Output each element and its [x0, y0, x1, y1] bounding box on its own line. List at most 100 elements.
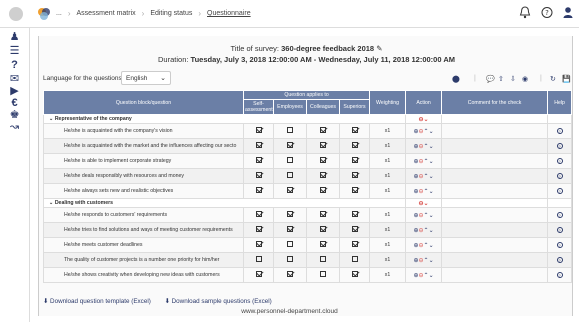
add-question-icon[interactable]: ⊖⌄: [419, 117, 429, 123]
app-logo-icon[interactable]: [37, 7, 51, 21]
applies-self-checkbox[interactable]: [255, 172, 262, 178]
question-icon[interactable]: ?: [8, 60, 21, 71]
applies-emp-checkbox[interactable]: [287, 241, 293, 247]
weighting-value[interactable]: x1: [369, 183, 407, 199]
move-icon[interactable]: ⌃⌄: [424, 189, 434, 195]
download-icon[interactable]: ⇩: [510, 75, 516, 83]
comment-cell[interactable]: [441, 153, 549, 169]
upload-icon[interactable]: ⇧: [498, 75, 504, 83]
applies-sup-checkbox[interactable]: [351, 157, 358, 163]
help-icon[interactable]: ?: [556, 142, 563, 149]
help-icon[interactable]: ?: [556, 172, 563, 179]
applies-self-checkbox[interactable]: [255, 127, 262, 133]
edit-icon[interactable]: ✎: [376, 44, 382, 53]
help-icon[interactable]: ?: [556, 241, 563, 248]
help-icon[interactable]: ?: [556, 157, 563, 164]
help-icon[interactable]: ?: [556, 187, 563, 194]
applies-sup-checkbox[interactable]: [351, 127, 358, 133]
add-question-icon[interactable]: ⊖⌄: [419, 201, 429, 207]
applies-sup-checkbox[interactable]: [351, 172, 358, 178]
weighting-value[interactable]: x1: [369, 252, 407, 268]
applies-sup-checkbox[interactable]: [351, 256, 358, 262]
breadcrumb-assessment-matrix[interactable]: Assessment matrix: [77, 10, 136, 17]
move-icon[interactable]: ⌃⌄: [424, 273, 434, 279]
play-icon[interactable]: ▶: [8, 86, 21, 97]
applies-sup-checkbox[interactable]: [351, 271, 358, 277]
applies-emp-checkbox[interactable]: [287, 127, 293, 133]
applies-self-checkbox[interactable]: [255, 226, 262, 232]
weighting-value[interactable]: x1: [369, 138, 407, 154]
applies-emp-checkbox[interactable]: [287, 211, 293, 217]
chevron-down-icon[interactable]: ⌄: [49, 116, 53, 122]
applies-sup-checkbox[interactable]: [351, 226, 358, 232]
refresh-icon[interactable]: ↻: [550, 75, 556, 83]
row-actions[interactable]: ⊕⊖⌃⌄: [405, 252, 443, 268]
weighting-value[interactable]: x1: [369, 267, 407, 283]
row-actions[interactable]: ⊕⊖⌃⌄: [405, 237, 443, 253]
move-icon[interactable]: ⌃⌄: [424, 129, 434, 135]
applies-self-checkbox[interactable]: [255, 256, 262, 262]
breadcrumb-questionnaire[interactable]: Questionnaire: [207, 10, 251, 17]
applies-sup-checkbox[interactable]: [351, 241, 358, 247]
weighting-value[interactable]: x1: [369, 168, 407, 184]
comment-cell[interactable]: [441, 207, 549, 223]
users-icon[interactable]: ♟: [8, 32, 21, 43]
list-icon[interactable]: ☰: [8, 46, 21, 57]
applies-emp-checkbox[interactable]: [287, 256, 293, 262]
weighting-value[interactable]: x1: [369, 153, 407, 169]
row-actions[interactable]: ⊕⊖⌃⌄: [405, 183, 443, 199]
applies-emp-checkbox[interactable]: [287, 226, 293, 232]
download-sample-link[interactable]: ⬇ Download sample questions (Excel): [165, 298, 278, 305]
help-icon[interactable]: ?: [541, 6, 553, 19]
section-row[interactable]: ⌄ Representative of the company ⊖⌄: [42, 114, 573, 124]
applies-emp-checkbox[interactable]: [287, 157, 293, 163]
applies-col-checkbox[interactable]: [320, 187, 326, 193]
applies-col-checkbox[interactable]: [320, 241, 326, 247]
comment-cell[interactable]: [441, 138, 549, 154]
help-icon[interactable]: ?: [556, 271, 563, 278]
comment-cell[interactable]: [441, 252, 549, 268]
applies-sup-checkbox[interactable]: [351, 211, 358, 217]
applies-emp-checkbox[interactable]: [287, 187, 293, 193]
comment-cell[interactable]: [441, 168, 549, 184]
move-icon[interactable]: ⌃⌄: [424, 258, 434, 264]
weighting-value[interactable]: x1: [369, 123, 407, 139]
breadcrumb-root[interactable]: ...: [56, 10, 62, 17]
row-actions[interactable]: ⊕⊖⌃⌄: [405, 168, 443, 184]
eye-icon[interactable]: ◉: [522, 75, 528, 83]
comment-cell[interactable]: [441, 237, 549, 253]
weighting-value[interactable]: x1: [369, 222, 407, 238]
comment-icon[interactable]: 💬: [486, 75, 495, 83]
applies-col-checkbox[interactable]: [320, 172, 326, 178]
applies-sup-checkbox[interactable]: [351, 187, 358, 193]
applies-self-checkbox[interactable]: [255, 157, 262, 163]
move-icon[interactable]: ⌃⌄: [424, 159, 434, 165]
applies-self-checkbox[interactable]: [255, 241, 262, 247]
applies-col-checkbox[interactable]: [320, 271, 326, 277]
applies-self-checkbox[interactable]: [255, 211, 262, 217]
row-actions[interactable]: ⊕⊖⌃⌄: [405, 267, 443, 283]
comment-cell[interactable]: [441, 183, 549, 199]
applies-emp-checkbox[interactable]: [287, 172, 293, 178]
help-icon[interactable]: ?: [556, 127, 563, 134]
applies-sup-checkbox[interactable]: [351, 142, 358, 148]
row-actions[interactable]: ⊕⊖⌃⌄: [405, 123, 443, 139]
download-template-link[interactable]: ⬇ Download question template (Excel): [43, 298, 157, 305]
applies-col-checkbox[interactable]: [320, 211, 326, 217]
toggle-icon[interactable]: ⬤: [452, 75, 460, 83]
section-row[interactable]: ⌄ Dealing with customers ⊖⌄: [42, 198, 573, 208]
save-icon[interactable]: 💾: [562, 75, 571, 83]
weighting-value[interactable]: x1: [369, 207, 407, 223]
applies-self-checkbox[interactable]: [255, 142, 262, 148]
row-actions[interactable]: ⊕⊖⌃⌄: [405, 207, 443, 223]
mail-icon[interactable]: ✉: [8, 74, 21, 85]
chevron-down-icon[interactable]: ⌄: [49, 200, 53, 206]
comment-cell[interactable]: [441, 267, 549, 283]
user-icon[interactable]: [563, 6, 573, 19]
applies-self-checkbox[interactable]: [255, 271, 262, 277]
help-icon[interactable]: ?: [556, 226, 563, 233]
comment-cell[interactable]: [441, 123, 549, 139]
applies-emp-checkbox[interactable]: [287, 142, 293, 148]
applies-col-checkbox[interactable]: [320, 226, 326, 232]
applies-col-checkbox[interactable]: [320, 256, 326, 262]
